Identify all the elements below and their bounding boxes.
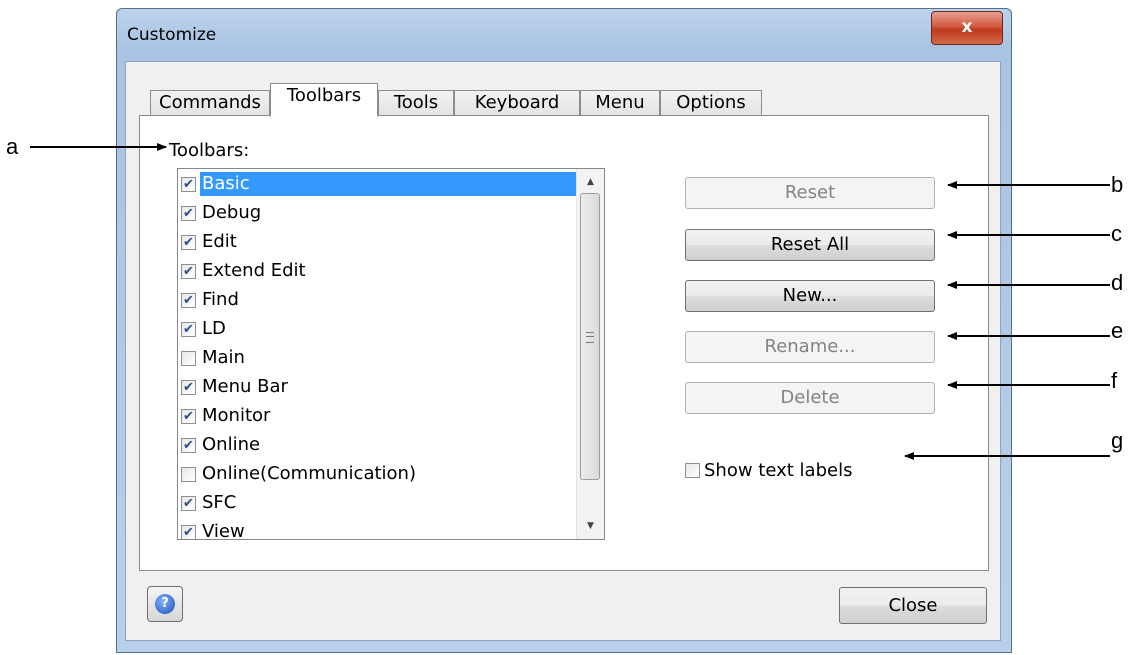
annotation-b: b: [1111, 172, 1124, 197]
annotation-f: f: [1111, 368, 1118, 393]
annotation-g: g: [1111, 428, 1124, 453]
figure-stage: Customize x Commands Toolbars Tools Keyb…: [0, 0, 1129, 655]
annotation-arrows: [30, 143, 1110, 460]
annotation-d: d: [1111, 270, 1124, 295]
tab-toolbars[interactable]: Toolbars: [270, 83, 378, 117]
annotation-e: e: [1111, 318, 1124, 343]
annotation-c: c: [1111, 221, 1122, 246]
annotation-a: a: [6, 134, 19, 159]
